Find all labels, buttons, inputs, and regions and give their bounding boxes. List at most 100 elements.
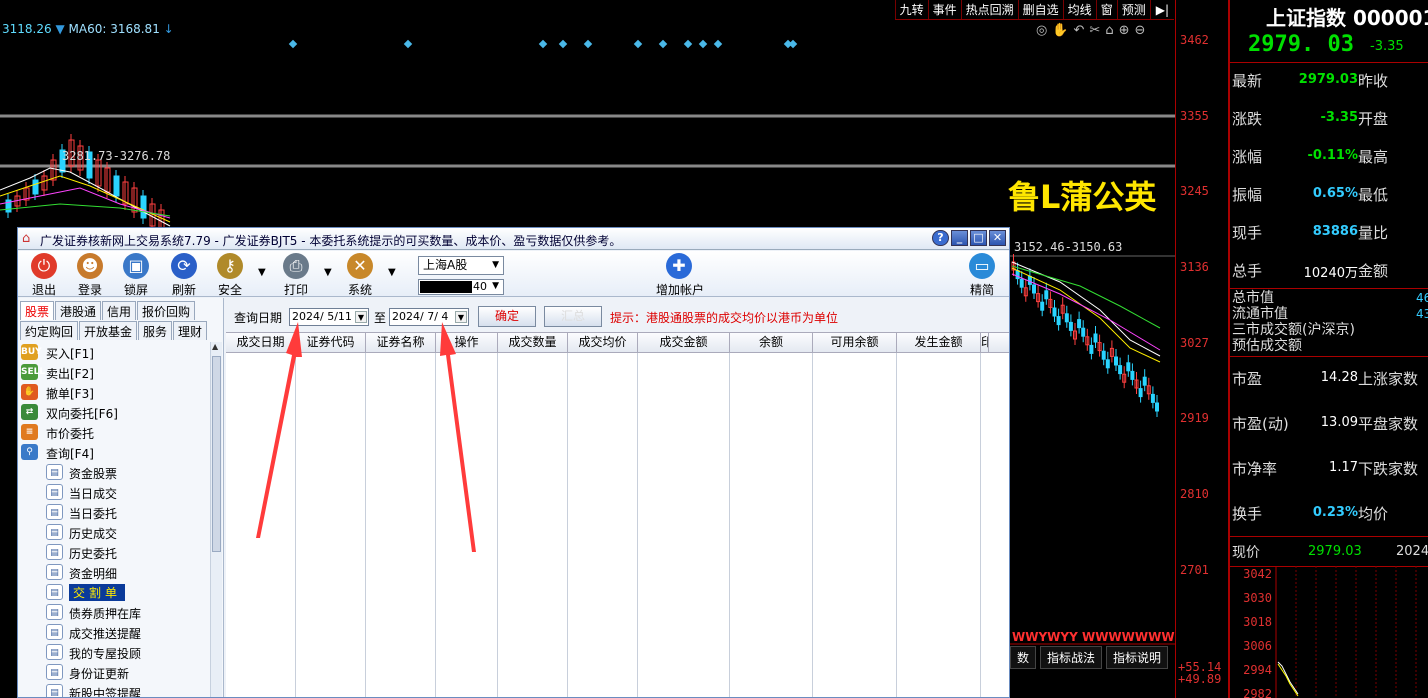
start-date-picker[interactable]: 2024/ 5/11 ▼ — [289, 308, 369, 326]
column-header[interactable]: 成交日期 — [226, 333, 296, 353]
top-menu-item[interactable]: 热点回溯 — [960, 0, 1018, 19]
tree-item[interactable]: BUY 买入[F1] — [18, 342, 210, 362]
chevron-down-icon: ▼ — [492, 281, 499, 291]
chevron-down-icon[interactable]: ▼ — [324, 267, 332, 278]
function-tree: BUY 买入[F1] SELL 卖出[F2] ✋ 撤单[F3] ⇄ 双向委托[F6] ≡ 市价委托… — [18, 342, 210, 697]
toolbar-icon: ▭ — [969, 253, 995, 279]
tree-item[interactable]: ▤ 资金明细 — [18, 562, 210, 582]
column-header[interactable]: 证券名称 — [366, 333, 436, 353]
quote-key: 涨跌 — [1232, 110, 1263, 128]
confirm-button[interactable]: 确定 — [478, 306, 536, 327]
indicator-tab[interactable]: 数 — [1010, 646, 1037, 669]
now-date: 2024- — [1396, 544, 1428, 559]
toolbar-button[interactable]: ✚ 增加帐户 — [656, 253, 704, 297]
tree-item[interactable]: ✋ 撤单[F3] — [18, 382, 210, 402]
toolbar-button[interactable]: ✕ 系统 — [338, 253, 382, 297]
tree-item[interactable]: ▤ 成交推送提醒 — [18, 622, 210, 642]
ma-legend: 3118.26 ▼ MA60: 3168.81 ↓ — [2, 22, 174, 36]
help-icon[interactable]: ? — [932, 230, 949, 246]
toolbar-icon: ☻ — [77, 253, 103, 279]
top-menu-item[interactable]: 窗 — [1095, 0, 1117, 19]
toolbar-button[interactable]: ⏻ 退出 — [22, 253, 66, 297]
toolbar-button[interactable]: ⚷ 安全 — [208, 253, 252, 297]
tree-item[interactable]: ▤ 历史成交 — [18, 522, 210, 542]
tree-item[interactable]: ▤ 我的专屋投顾 — [18, 642, 210, 662]
end-date-value: 2024/ 7/ 4 — [392, 310, 449, 323]
toolbar-button[interactable]: ⎙ 打印 — [274, 253, 318, 297]
valuation-value: 13.09 — [1320, 415, 1358, 430]
toolbar-button[interactable]: ⟳ 刷新 — [162, 253, 206, 297]
top-menu-item[interactable]: 事件 — [927, 0, 961, 19]
nav-tab[interactable]: 股票 — [20, 301, 55, 320]
nav-tab[interactable]: 约定购回 — [20, 321, 79, 340]
column-header[interactable]: 印 — [981, 333, 989, 353]
signal-diamond — [633, 39, 643, 49]
chart-tools[interactable]: ◎✋↶✂⌂⊕⊖ — [1036, 23, 1150, 38]
column-header[interactable]: 成交金额 — [638, 333, 730, 353]
top-menu-item[interactable]: 预测 — [1116, 0, 1150, 19]
minimize-button[interactable]: _ — [951, 230, 968, 246]
scroll-up-icon[interactable]: ▲ — [212, 342, 218, 351]
close-button[interactable]: ✕ — [989, 230, 1006, 246]
top-menu-item[interactable]: 九转 — [894, 0, 928, 19]
tree-item[interactable]: ▤ 当日成交 — [18, 482, 210, 502]
candle-body — [1155, 402, 1159, 412]
exit-fullscreen-icon[interactable]: ▶| — [1149, 0, 1174, 19]
tree-item[interactable]: ▤ 债券质押在库 — [18, 602, 210, 622]
market-cap-value: 43 — [1416, 307, 1428, 321]
valuation-row: 市盈 14.28 上涨家数 — [1232, 368, 1428, 392]
settlement-table[interactable]: 成交日期证券代码证券名称操作成交数量成交均价成交金额余额可用余额发生金额印 — [226, 332, 1009, 697]
summary-button[interactable]: 汇总 — [544, 306, 602, 327]
nav-tab[interactable]: 理财 — [173, 321, 208, 340]
column-header[interactable]: 发生金额 — [897, 333, 981, 353]
nav-tab[interactable]: 报价回购 — [137, 301, 196, 320]
toolbar-button[interactable]: ▣ 锁屏 — [114, 253, 158, 297]
tree-item[interactable]: ⇄ 双向委托[F6] — [18, 402, 210, 422]
column-header[interactable]: 成交数量 — [498, 333, 568, 353]
column-header[interactable]: 可用余额 — [813, 333, 897, 353]
nav-scrollbar[interactable]: ▲ — [210, 342, 222, 697]
nav-tab[interactable]: 开放基金 — [79, 321, 138, 340]
dialog-titlebar[interactable]: ⌂ 广发证券核新网上交易系统7.79 - 广发证券BJT5 - 本委托系统提示的… — [18, 228, 1009, 250]
chevron-down-icon[interactable]: ▼ — [355, 311, 367, 323]
column-header[interactable]: 成交均价 — [568, 333, 638, 353]
nav-tab[interactable]: 信用 — [102, 301, 137, 320]
price-tick: 3462 — [1180, 33, 1209, 47]
top-menu-item[interactable]: 删自选 — [1017, 0, 1063, 19]
market-select[interactable]: 上海A股 ▼ — [418, 256, 504, 275]
tree-item[interactable]: ▤ 身份证更新 — [18, 662, 210, 682]
end-date-picker[interactable]: 2024/ 7/ 4 ▼ — [389, 308, 469, 326]
quote-key2: 量比 — [1358, 224, 1389, 242]
signal-diamond — [583, 39, 593, 49]
to-label: 至 — [374, 311, 387, 325]
account-select[interactable]: 40 ▼ — [418, 279, 504, 295]
tree-item[interactable]: ≡ 市价委托 — [18, 422, 210, 442]
maximize-button[interactable]: □ — [970, 230, 987, 246]
indicator-tab[interactable]: 指标战法 — [1040, 646, 1103, 669]
indicator-tab[interactable]: 指标说明 — [1106, 646, 1169, 669]
chevron-down-icon[interactable]: ▼ — [455, 311, 467, 323]
column-header[interactable]: 余额 — [730, 333, 813, 353]
tree-item[interactable]: ▤ 资金股票 — [18, 462, 210, 482]
tree-item[interactable]: ▤ 历史委托 — [18, 542, 210, 562]
chevron-down-icon[interactable]: ▼ — [388, 267, 396, 278]
toolbar-button[interactable]: ▭ 精简 — [960, 253, 1004, 297]
tree-item[interactable]: ⚲ 查询[F4] — [18, 442, 210, 462]
valuation-key2: 均价 — [1358, 505, 1389, 523]
tree-item[interactable]: ▤ 交割单 — [18, 582, 210, 602]
toolbar-button[interactable]: ☻ 登录 — [68, 253, 112, 297]
top-menu-item[interactable]: 均线 — [1062, 0, 1096, 19]
tree-item[interactable]: ▤ 新股中签提醒 — [18, 682, 210, 697]
tree-item[interactable]: SELL 卖出[F2] — [18, 362, 210, 382]
chevron-down-icon[interactable]: ▼ — [258, 267, 266, 278]
tree-item-icon: ▤ — [46, 484, 63, 500]
nav-tab[interactable]: 港股通 — [55, 301, 102, 320]
valuation-row: 市净率 1.17 下跌家数 — [1232, 458, 1428, 482]
tree-item[interactable]: ▤ 当日委托 — [18, 502, 210, 522]
scroll-thumb[interactable] — [212, 356, 221, 552]
nav-tab[interactable]: 服务 — [138, 321, 173, 340]
window-controls: ? _ □ ✕ — [930, 230, 1006, 246]
tree-item-label: 查询[F4] — [46, 447, 94, 461]
column-header[interactable]: 证券代码 — [296, 333, 366, 353]
column-header[interactable]: 操作 — [436, 333, 498, 353]
